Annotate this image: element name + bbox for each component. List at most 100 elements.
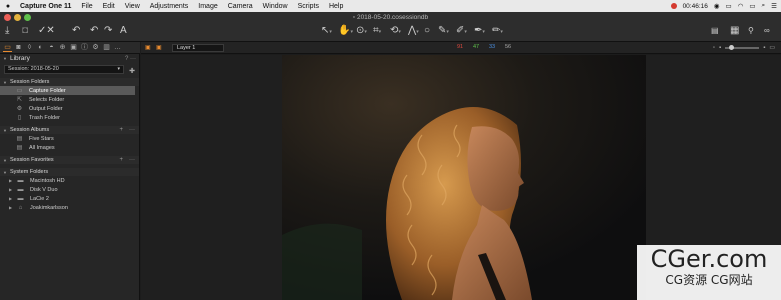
zoom-slider[interactable] — [725, 44, 760, 50]
menu-edit[interactable]: Edit — [103, 3, 115, 10]
favorite-menu-icon[interactable]: ··· — [129, 157, 135, 163]
output-tab-icon[interactable]: ⚙ — [91, 43, 100, 52]
picker-tool-icon[interactable]: ✒▾ — [474, 26, 485, 37]
collapse-icon[interactable]: ▼ — [3, 170, 7, 175]
menu-window[interactable]: Window — [263, 3, 288, 10]
add-favorite-icon[interactable]: + — [119, 157, 123, 163]
folder-selects[interactable]: ⇱ Selects Folder — [0, 95, 139, 104]
session-folders-header[interactable]: ▼ Session Folders — [0, 78, 139, 86]
zoom-out-icon[interactable]: ▪ — [719, 45, 721, 51]
system-folder-macintosh-hd[interactable]: ▶ ▬ Macintosh HD — [0, 176, 139, 185]
batch-tab-icon[interactable]: ▥ — [102, 43, 111, 52]
crop-tool-icon[interactable]: ⌗▾ — [373, 26, 381, 37]
undo-left-icon[interactable]: ↶ — [72, 26, 80, 36]
panel-controls[interactable]: ? ··· — [125, 56, 136, 62]
session-select[interactable]: Session: 2018-05-20 ▾ — [4, 65, 124, 74]
clock: 00:46:16 — [682, 2, 708, 10]
session-favorites-section: ▼ Session Favorites + ··· — [0, 156, 139, 164]
color-tab-icon[interactable]: ◐ — [36, 43, 45, 52]
zoom-options-icon[interactable]: ▭ — [769, 44, 775, 51]
system-folder-disk-v-duo[interactable]: ▶ ▬ Disk V Duo — [0, 185, 139, 194]
more-tabs-icon[interactable]: … — [113, 43, 122, 52]
text-tool-icon[interactable]: A — [120, 26, 127, 36]
album-five-stars[interactable]: ▤ Five Stars — [0, 134, 139, 143]
menu-adjustments[interactable]: Adjustments — [150, 3, 189, 10]
spotlight-icon[interactable]: ⌕ — [762, 2, 766, 10]
pointer-tool-icon[interactable]: ↖▾ — [321, 26, 332, 37]
system-folder-label: Macintosh HD — [30, 177, 65, 184]
annotate-tool-icon[interactable]: ✏▾ — [492, 26, 503, 37]
undo-icon[interactable]: ↶ — [90, 26, 98, 36]
menu-scripts[interactable]: Scripts — [298, 3, 319, 10]
keystone-tool-icon[interactable]: ⋀▾ — [408, 26, 419, 37]
eyedropper-tool-icon[interactable]: ✐▾ — [456, 26, 467, 37]
folder-trash[interactable]: ▯ Trash Folder — [0, 113, 139, 122]
session-favorites-header[interactable]: ▼ Session Favorites + ··· — [0, 156, 139, 164]
local-adjustments-tab-icon[interactable]: ▣ — [69, 43, 78, 52]
system-folders-section: ▼ System Folders ▶ ▬ Macintosh HD ▶ ▬ Di… — [0, 168, 139, 212]
browser-icon[interactable]: ▦ — [730, 26, 739, 36]
menu-help[interactable]: Help — [329, 3, 343, 10]
watermark-sub: CG资源 CG网站 — [665, 273, 753, 287]
menu-camera[interactable]: Camera — [228, 3, 253, 10]
lens-tab-icon[interactable]: ◊ — [25, 43, 34, 52]
inspector-icon[interactable]: ⚲ — [748, 26, 754, 36]
smart-album-icon: ▤ — [16, 144, 23, 151]
redo-icon[interactable]: ↷ — [104, 26, 112, 36]
library-tab-icon[interactable]: ▭ — [3, 43, 12, 52]
expand-icon[interactable]: ▶ — [9, 187, 13, 192]
airplay-icon[interactable]: ▭ — [726, 2, 732, 10]
album-label: All Images — [29, 144, 55, 151]
brush-tool-icon[interactable]: ✎▾ — [438, 26, 449, 37]
menu-file[interactable]: File — [81, 3, 92, 10]
collapse-icon[interactable]: ▼ — [3, 158, 7, 163]
glasses-icon[interactable]: ∞ — [764, 26, 770, 36]
expand-icon[interactable]: ▶ — [9, 178, 13, 183]
add-album-icon[interactable]: + — [119, 127, 123, 133]
notification-center-icon[interactable]: ☰ — [771, 2, 777, 10]
session-albums-header[interactable]: ▼ Session Albums + ··· — [0, 126, 139, 134]
system-folders-header[interactable]: ▼ System Folders — [0, 168, 139, 176]
layer-grid-icon[interactable]: ▣ — [145, 44, 151, 51]
zoom-in-icon[interactable]: ▪ — [763, 45, 765, 51]
recording-icon[interactable] — [670, 3, 677, 9]
camera-icon[interactable]: ◘ — [22, 26, 28, 36]
straighten-tool-icon[interactable]: ⟲▾ — [390, 26, 401, 37]
system-folder-lacie[interactable]: ▶ ▬ LaCie 2 — [0, 194, 139, 203]
import-icon[interactable]: ⤓ — [5, 26, 9, 36]
window-title-text: 2018-05-20.cosessiondb — [356, 14, 429, 21]
capture-tab-icon[interactable]: ◙ — [14, 43, 23, 52]
collapse-icon[interactable]: ▼ — [3, 128, 7, 133]
apple-icon[interactable]: ● — [4, 3, 12, 10]
spot-tool-icon[interactable]: ○ — [424, 26, 430, 36]
proof-icon[interactable]: ▤ — [711, 26, 719, 36]
detail-tab-icon[interactable]: ⊕ — [58, 43, 67, 52]
wifi-icon[interactable]: ◠ — [738, 2, 744, 10]
layer-add-icon[interactable]: ▣ — [156, 44, 162, 51]
library-panel: ▼ Library ? ··· Session: 2018-05-20 ▾ ✚ … — [0, 54, 140, 300]
photo[interactable] — [282, 55, 646, 300]
collapse-icon[interactable]: ▼ — [3, 56, 7, 61]
folder-output[interactable]: ⚙ Output Folder — [0, 104, 139, 113]
expand-icon[interactable]: ▶ — [9, 196, 13, 201]
add-session-icon[interactable]: ✚ — [129, 67, 135, 75]
metadata-tab-icon[interactable]: ⓘ — [80, 43, 89, 52]
pan-tool-icon[interactable]: ✋▾ — [338, 26, 353, 37]
zoom-tool-icon[interactable]: ⊙▾ — [356, 26, 367, 37]
album-menu-icon[interactable]: ··· — [129, 127, 135, 133]
reject-icon[interactable]: ✓✕ — [38, 26, 55, 36]
system-folder-home[interactable]: ▶ ⌂ Joakimkarlsson — [0, 203, 139, 212]
menu-app-name[interactable]: Capture One 11 — [20, 3, 71, 10]
library-header[interactable]: ▼ Library ? ··· — [0, 54, 139, 63]
menu-view[interactable]: View — [125, 3, 140, 10]
album-all-images[interactable]: ▤ All Images — [0, 143, 139, 152]
rgb-readout-r: 91 — [457, 44, 464, 50]
menu-image[interactable]: Image — [198, 3, 217, 10]
layer-select[interactable]: Layer 1 — [172, 44, 224, 52]
user-icon[interactable]: ◉ — [714, 2, 720, 10]
expand-icon[interactable]: ▶ — [9, 205, 13, 210]
collapse-icon[interactable]: ▼ — [3, 80, 7, 85]
folder-capture[interactable]: ▭ Capture Folder — [0, 86, 135, 95]
fit-icon[interactable]: ▫ — [713, 45, 715, 51]
exposure-tab-icon[interactable]: ◓ — [47, 43, 56, 52]
